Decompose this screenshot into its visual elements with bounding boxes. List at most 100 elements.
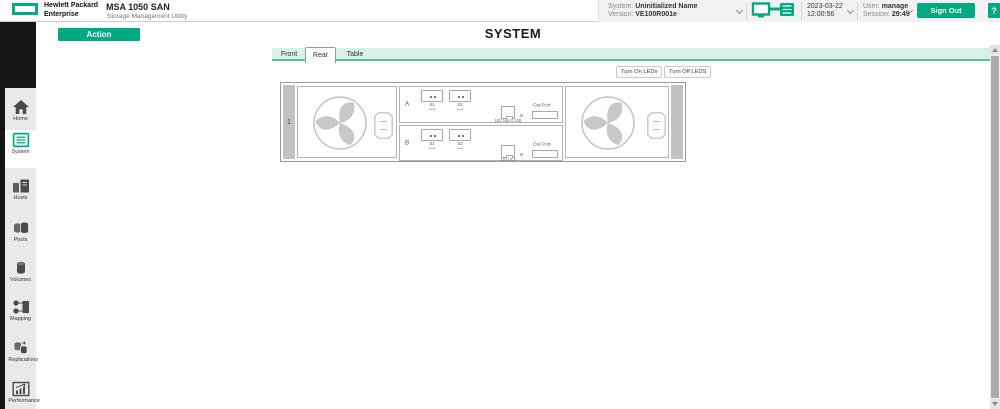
enclosure-health-icon [751,2,797,20]
turn-on-leds-button[interactable]: Turn On LEDs [616,66,662,78]
controller-b-label: B [405,140,409,146]
sidebar-item-label: Volumes [8,277,32,282]
header-divider [857,2,858,20]
controller-a[interactable]: A S1 S2 192.168.0.108 Out Port [399,86,563,123]
enclosure-left-ear: 1 [283,85,295,159]
brand-name: Hewlett Packard Enterprise [44,2,98,19]
reset-button-icon [520,114,523,117]
sidebar-item-label: Performance [8,398,32,403]
controller-b[interactable]: B S1 S2 10.0.0.3 Out Port [399,125,563,161]
sidebar-item-system[interactable]: System [5,130,36,168]
enclosure-right-ear [671,85,683,159]
turn-off-leds-button[interactable]: Turn Off LEDS [664,66,711,78]
hosts-icon [12,178,30,194]
page-title: SYSTEM [36,26,990,41]
sidebar-item-label: System [8,149,32,154]
sign-out-button[interactable]: Sign Out [917,3,975,18]
sidebar-item-hosts[interactable]: Hosts [5,176,36,202]
enclosure-rear-view: 1 A S1 S2 [280,82,686,162]
time-value: 12:00:56 [807,11,834,18]
sidebar-item-label: Home [8,116,32,121]
sidebar-item-label: Mapping [8,316,32,321]
hpe-logo-icon [12,3,38,15]
sidebar-item-volumes[interactable]: Volumes [5,258,36,284]
header-status-bar: System: Uninitialized Name Version: VE10… [598,0,1000,22]
tab-rear[interactable]: Rear [305,47,336,63]
sidebar-item-label: Replications [8,357,32,362]
date-value: 2023-03-22 [807,3,843,10]
sidebar-item-performance[interactable]: Performance [5,379,36,405]
chevron-down-icon[interactable] [847,7,854,14]
controller-a-host-port-2[interactable] [449,90,471,102]
performance-icon [12,381,30,397]
system-name: Uninitialized Name [635,3,697,10]
mapping-icon [12,299,30,315]
user-name: manage [882,3,908,10]
port-pins-icon [458,96,460,98]
sidebar-item-home[interactable]: Home [5,97,36,123]
power-inlet-icon [647,112,666,139]
home-icon [12,99,30,115]
version-label: Version: [608,11,633,18]
tab-table[interactable]: Table [338,48,372,61]
power-supply-left[interactable] [297,86,397,158]
system-info-block[interactable]: System: Uninitialized Name Version: VE10… [608,3,697,19]
scrollbar-thumb[interactable] [991,56,999,398]
port-label: S2 [453,142,467,149]
version-value: VE100R001e [635,11,677,18]
fan-icon [580,95,636,151]
controller-b-ip-address: 10.0.0.3 [485,158,532,162]
sidebar-item-label: Hosts [8,195,32,200]
app-header: Hewlett Packard Enterprise MSA 1050 SAN … [0,0,1000,22]
controller-a-network-port[interactable] [501,106,515,119]
scroll-down-button[interactable] [990,399,1000,409]
system-icon [12,132,30,148]
controller-b-network-port[interactable] [501,145,515,158]
sidebar-item-label: Pools [8,237,32,242]
user-label: User: [863,3,880,10]
turn-on-leds-label: Turn On LEDs [621,68,657,76]
sidebar-item-replications[interactable]: Replications [5,338,36,364]
port-pins-icon [458,135,460,137]
sidebar-item-pools[interactable]: Pools [5,218,36,244]
user-session-block[interactable]: User: manage Session: 29:49 [863,3,910,19]
power-supply-right[interactable] [565,86,669,158]
vertical-scrollbar[interactable] [990,45,1000,409]
header-divider [746,2,747,20]
chevron-down-icon[interactable] [736,7,743,14]
controller-a-ip-address: 192.168.0.108 [485,119,532,123]
fan-icon [312,95,368,151]
power-inlet-icon [374,112,393,139]
system-label: System: [608,3,633,10]
out-port-label: Out Port [533,142,553,147]
controller-a-out-port[interactable] [532,111,558,119]
reset-button-icon [520,153,523,156]
port-label: S1 [425,142,439,149]
header-divider [801,2,802,20]
replications-icon [12,340,30,356]
port-pins-icon [430,135,432,137]
view-tabstrip: Front Rear Table [272,48,990,61]
port-pins-icon [430,96,432,98]
pools-icon [12,220,30,236]
product-name: MSA 1050 SAN [106,2,170,12]
scroll-up-button[interactable] [990,45,1000,55]
brand-line1: Hewlett Packard [44,2,98,11]
tab-front[interactable]: Front [274,48,304,61]
volumes-icon [12,260,30,276]
brand-line2: Enterprise [44,11,98,20]
controller-b-host-port-2[interactable] [449,129,471,141]
sidebar-item-mapping[interactable]: Mapping [5,297,36,323]
controller-b-out-port[interactable] [532,150,558,158]
port-label: S2 [453,103,467,110]
controller-a-label: A [405,101,409,107]
port-label: S1 [425,103,439,110]
controller-b-host-port-1[interactable] [421,129,443,141]
controller-a-host-port-1[interactable] [421,90,443,102]
datetime-block[interactable]: 2023-03-22 12:00:56 [807,3,843,19]
help-button[interactable]: ? [988,3,1000,18]
smu-window: Hewlett Packard Enterprise MSA 1050 SAN … [0,0,1000,409]
product-subtitle: Storage Management Utility [107,13,187,20]
session-label: Session: [863,11,890,18]
out-port-label: Out Port [533,103,553,108]
